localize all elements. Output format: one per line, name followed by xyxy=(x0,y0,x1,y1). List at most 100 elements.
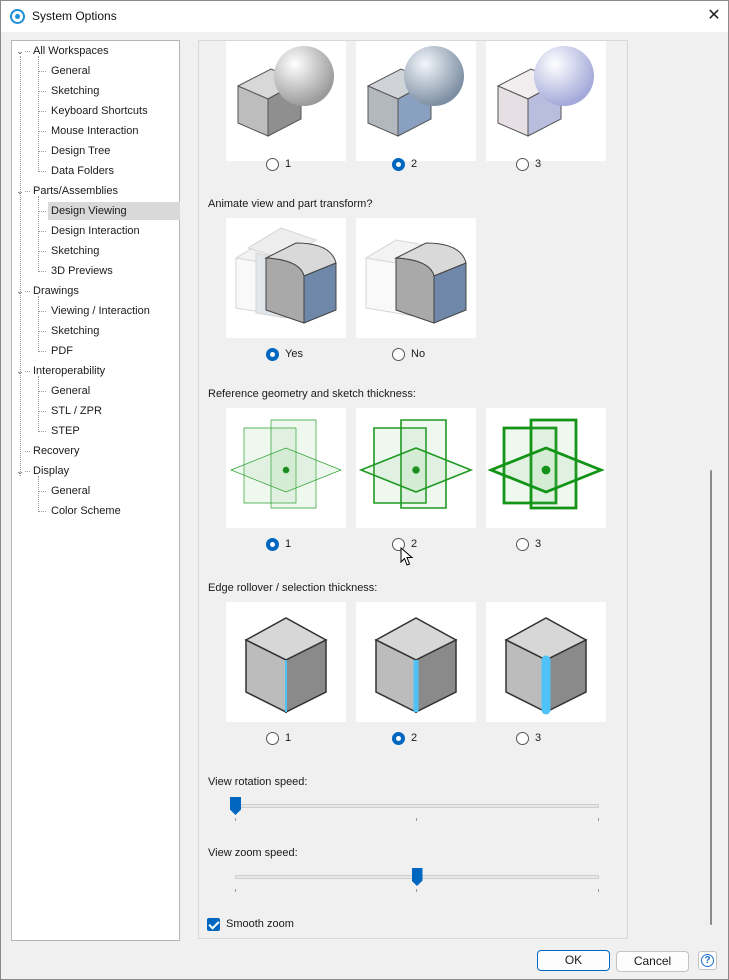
slider-tick xyxy=(598,818,599,821)
window-title: System Options xyxy=(32,9,117,23)
slider-thumb[interactable] xyxy=(230,797,241,815)
reference-radio-3[interactable] xyxy=(516,537,529,551)
tree-connector xyxy=(38,351,46,352)
tree-guide-line xyxy=(38,476,39,512)
tree-connector xyxy=(38,171,46,172)
tree-connector xyxy=(38,251,46,252)
rotation-speed-label: View rotation speed: xyxy=(208,776,308,788)
ok-button[interactable]: OK xyxy=(537,950,610,971)
tree-connector xyxy=(38,491,46,492)
animate-radio-yes[interactable] xyxy=(266,347,279,361)
edge-radio-2[interactable] xyxy=(392,731,405,745)
edge-thumb-2 xyxy=(356,602,476,722)
tree-item-label: Display xyxy=(33,465,70,477)
animate-label: Animate view and part transform? xyxy=(208,198,373,210)
tree-item-label: Keyboard Shortcuts xyxy=(51,105,148,117)
tree-connector xyxy=(38,231,46,232)
tree-connector xyxy=(38,311,46,312)
tree-item-label: General xyxy=(51,485,91,497)
tree-item-label: All Workspaces xyxy=(33,45,109,57)
edge-label: Edge rollover / selection thickness: xyxy=(208,582,378,594)
shading-option-2[interactable]: 2 xyxy=(392,157,417,173)
tree-connector xyxy=(38,431,46,432)
slider-track xyxy=(235,804,599,808)
reference-thumb-3 xyxy=(486,408,606,528)
tree-connector xyxy=(38,131,46,132)
tree-item-label: Color Scheme xyxy=(51,505,121,517)
reference-option-1[interactable]: 1 xyxy=(266,537,291,553)
tree-item-label: General xyxy=(51,65,91,77)
zoom-speed-label: View zoom speed: xyxy=(208,847,298,859)
slider-tick xyxy=(416,889,417,892)
checkbox-checked-icon[interactable] xyxy=(207,917,220,931)
title-bar: System Options ✕ xyxy=(1,1,728,32)
app-icon xyxy=(10,9,25,24)
tree-item-label: Design Tree xyxy=(51,145,111,157)
tree-item-label: Recovery xyxy=(33,445,80,457)
design-viewing-panel: 1 2 3 Animate view and part transform? Y… xyxy=(198,40,628,939)
mouse-cursor-icon xyxy=(400,547,414,566)
tree-guide-line xyxy=(20,56,21,476)
shading-thumb-1 xyxy=(226,41,346,161)
tree-connector xyxy=(38,151,46,152)
system-options-window: System Options ✕ ⌄ All Workspaces General S… xyxy=(0,0,729,980)
help-button[interactable]: ? xyxy=(698,951,717,970)
shading-radio-2[interactable] xyxy=(392,157,405,171)
vertical-scrollbar[interactable] xyxy=(707,40,717,941)
close-icon: ✕ xyxy=(707,7,721,24)
tree-guide-line xyxy=(38,376,39,432)
edge-radio-1[interactable] xyxy=(266,731,279,745)
tree-item-label: Sketching xyxy=(51,325,100,337)
reference-option-3[interactable]: 3 xyxy=(516,537,541,553)
tree-item[interactable]: Recovery xyxy=(12,442,179,460)
tree-connector xyxy=(38,511,46,512)
animate-thumb-yes xyxy=(226,218,346,338)
animate-thumb-no xyxy=(356,218,476,338)
slider-tick xyxy=(598,889,599,892)
tree-connector xyxy=(38,211,46,212)
edge-radio-3[interactable] xyxy=(516,731,529,745)
tree-guide-line xyxy=(38,56,39,172)
slider-tick xyxy=(416,818,417,821)
reference-label: Reference geometry and sketch thickness: xyxy=(208,388,416,400)
animate-radio-no[interactable] xyxy=(392,347,405,361)
shading-radio-1[interactable] xyxy=(266,157,279,171)
tree-connector xyxy=(38,331,46,332)
tree-connector xyxy=(38,111,46,112)
tree-item-label: PDF xyxy=(51,345,73,357)
smooth-zoom-checkbox[interactable]: Smooth zoom xyxy=(207,917,294,933)
tree-item-label: Mouse Interaction xyxy=(51,125,139,137)
tree-connector xyxy=(38,91,46,92)
slider-tick xyxy=(235,818,236,821)
animate-option-yes[interactable]: Yes xyxy=(266,347,303,363)
tree-connector xyxy=(38,71,46,72)
edge-option-2[interactable]: 2 xyxy=(392,731,417,747)
tree-item-label: Sketching xyxy=(51,245,100,257)
slider-thumb[interactable] xyxy=(411,868,423,886)
cancel-button[interactable]: Cancel xyxy=(616,951,689,972)
tree-item-label: Design Viewing xyxy=(48,202,180,220)
tree-item-label: Data Folders xyxy=(51,165,114,177)
shading-option-1[interactable]: 1 xyxy=(266,157,291,173)
zoom-speed-slider[interactable] xyxy=(235,868,599,898)
tree-item-label: Viewing / Interaction xyxy=(51,305,150,317)
tree-connector xyxy=(38,271,46,272)
tree-connector xyxy=(38,391,46,392)
rotation-speed-slider[interactable] xyxy=(230,797,599,827)
shading-thumb-3 xyxy=(486,41,606,161)
edge-option-1[interactable]: 1 xyxy=(266,731,291,747)
reference-thumb-2 xyxy=(356,408,476,528)
slider-tick xyxy=(235,889,236,892)
tree-item-label: Interoperability xyxy=(33,365,106,377)
tree-guide-line xyxy=(38,196,39,272)
edge-option-3[interactable]: 3 xyxy=(516,731,541,747)
reference-thumb-1 xyxy=(226,408,346,528)
tree-item-label: Design Interaction xyxy=(51,225,140,237)
animate-option-no[interactable]: No xyxy=(392,347,425,363)
close-button[interactable]: ✕ xyxy=(701,4,727,29)
shading-radio-3[interactable] xyxy=(516,157,529,171)
scrollbar-thumb[interactable] xyxy=(710,470,712,925)
reference-radio-1[interactable] xyxy=(266,537,279,551)
shading-option-3[interactable]: 3 xyxy=(516,157,541,173)
tree-item-label: STL / ZPR xyxy=(51,405,102,417)
